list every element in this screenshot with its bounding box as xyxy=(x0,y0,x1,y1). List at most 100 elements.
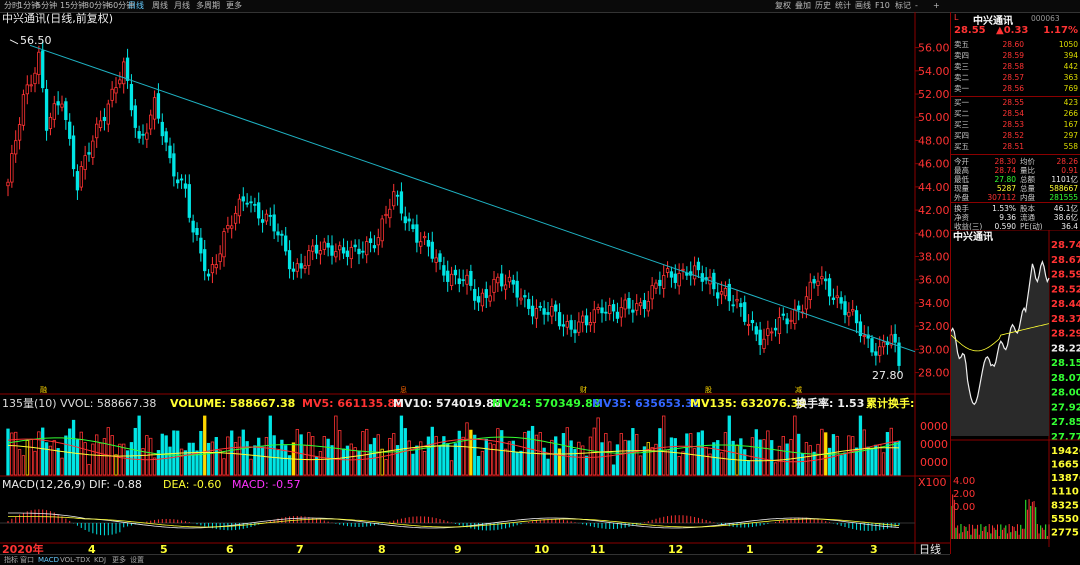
candle-body xyxy=(677,272,681,287)
candle-body xyxy=(368,238,373,243)
bid-label: 买三 xyxy=(954,120,969,129)
candle-body xyxy=(750,319,755,324)
ask-price: 28.58 xyxy=(1002,62,1024,71)
tool-button[interactable]: 标记 xyxy=(895,0,911,12)
candle-body xyxy=(847,311,851,317)
volume-bar xyxy=(206,442,211,476)
stat-value: 1101亿 xyxy=(1051,175,1078,184)
candle-body xyxy=(137,131,141,139)
volume-bar xyxy=(797,433,801,476)
volume-bar xyxy=(754,429,758,476)
stat-value: 0.91 xyxy=(1061,166,1078,175)
volume-bar xyxy=(608,441,612,476)
volume-bar xyxy=(345,445,350,476)
volume-bar xyxy=(665,449,670,476)
volume-bar xyxy=(368,444,373,476)
candle-body xyxy=(426,240,431,247)
volume-bar xyxy=(330,445,334,476)
candle-body xyxy=(665,268,670,273)
volume-legend-item: MV135: 632076.38 xyxy=(690,397,806,410)
period-tab[interactable]: 30分钟 xyxy=(84,0,110,12)
period-tab[interactable]: 5分钟 xyxy=(36,0,57,12)
macd-dif-line xyxy=(8,512,900,529)
period-tab[interactable]: 日线 xyxy=(128,0,144,12)
volume-bar xyxy=(804,442,809,476)
macd-legend-item: DEA: -0.60 xyxy=(163,478,221,491)
tool-button[interactable]: 复权 xyxy=(775,0,791,12)
volume-bar xyxy=(554,436,558,476)
candle-body xyxy=(41,50,45,89)
period-tab[interactable]: 周线 xyxy=(152,0,168,12)
volume-bar xyxy=(318,451,323,476)
volume-bar xyxy=(52,440,56,476)
candle-body xyxy=(106,103,110,125)
volume-bar xyxy=(218,450,222,476)
volume-bar xyxy=(237,436,242,476)
candle-body xyxy=(627,297,631,309)
volume-bar xyxy=(430,426,434,476)
candle-body xyxy=(596,306,600,310)
candle-body xyxy=(496,276,500,284)
candle-body xyxy=(692,265,697,280)
candle-body xyxy=(392,191,396,207)
volume-bar xyxy=(141,448,145,476)
candle-body xyxy=(60,103,64,108)
main-chart[interactable]: 56.00 54.00 52.00 50.00 48.00 46.00 44.00 42.00… xyxy=(0,12,950,554)
tool-button[interactable]: 统计 xyxy=(835,0,851,12)
ask-volume: 1050 xyxy=(1058,40,1078,49)
period-tab[interactable]: 月线 xyxy=(174,0,190,12)
volume-bar xyxy=(696,432,701,476)
volume-bar xyxy=(307,432,311,476)
candle-body xyxy=(581,315,585,323)
trend-line xyxy=(29,44,916,353)
intraday-chart[interactable]: 中兴通讯 28.74 28.67 28.59 28.52 28.44 28.37 28.29 2… xyxy=(951,230,1080,547)
volume-legend-item: 累计换手: xyxy=(866,396,914,410)
bid-label: 买四 xyxy=(954,131,969,140)
tool-button[interactable]: 叠加 xyxy=(795,0,811,12)
price-axis-tick: 28.00 xyxy=(918,367,950,380)
volume-bar xyxy=(137,415,141,476)
volume-bar xyxy=(191,442,195,476)
volume-bar xyxy=(222,458,226,476)
volume-bar xyxy=(762,439,766,476)
candle-body xyxy=(214,264,218,269)
volume-bar xyxy=(280,439,284,476)
tool-button[interactable]: + xyxy=(933,0,940,12)
volume-bar xyxy=(87,463,91,476)
candle-body xyxy=(453,269,458,276)
candle-body xyxy=(353,244,357,248)
tool-button[interactable]: F10 xyxy=(875,0,890,12)
intraday-price-tick: 28.37 xyxy=(1051,314,1080,325)
period-tab[interactable]: 15分钟 xyxy=(60,0,86,12)
period-tab[interactable]: 多周期 xyxy=(196,0,220,12)
candle-body xyxy=(546,312,550,315)
candle-body xyxy=(854,310,859,324)
candle-body xyxy=(604,311,608,314)
period-tab[interactable]: 更多 xyxy=(226,0,242,12)
candle-body xyxy=(422,236,427,239)
price-axis-tick: 38.00 xyxy=(918,251,950,264)
tool-button[interactable]: 画线 xyxy=(855,0,871,12)
intraday-volume-tick: 13876 xyxy=(1051,473,1080,484)
bid-row: 买三 28.53 167 xyxy=(954,120,1078,129)
stat-label: 量比 xyxy=(1020,166,1035,175)
intraday-price-tick: 28.29 xyxy=(1051,329,1080,340)
volume-bar xyxy=(257,437,261,476)
intraday-price-tick: 28.00 xyxy=(1051,388,1080,399)
volume-bar xyxy=(866,446,870,476)
tool-button[interactable]: - xyxy=(915,0,918,12)
tool-button[interactable]: 历史 xyxy=(815,0,831,12)
volume-bar xyxy=(399,415,404,476)
volume-bar xyxy=(6,428,10,476)
candle-body xyxy=(241,196,245,202)
candle-body xyxy=(430,241,434,259)
candle-body xyxy=(662,275,666,289)
date-axis-label: 2 xyxy=(816,543,824,554)
volume-bar xyxy=(581,445,585,476)
candle-body xyxy=(87,152,91,155)
event-marker: 息 xyxy=(400,385,407,394)
bid-volume: 266 xyxy=(1063,109,1078,118)
candle-body xyxy=(476,296,481,303)
candle-body xyxy=(44,88,49,131)
stat-label: 股本 xyxy=(1020,204,1035,213)
